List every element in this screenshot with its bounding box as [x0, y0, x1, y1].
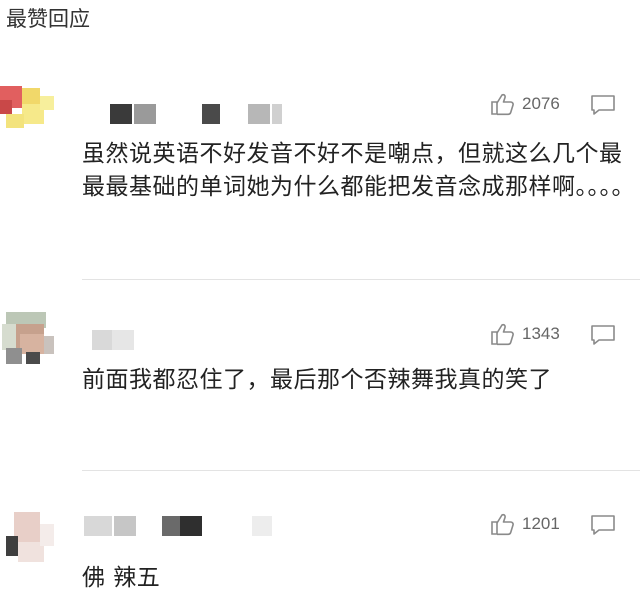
- divider: [82, 470, 640, 471]
- like-area: 1343: [490, 322, 640, 346]
- like-area: 2076: [490, 92, 640, 116]
- comment-text: 虽然说英语不好发音不好不是嘲点，但就这么几个最最最基础的单词她为什么都能把发音念…: [82, 141, 635, 200]
- comment-item: 1201 佛 辣五: [0, 500, 640, 597]
- thumbs-up-icon[interactable]: [490, 322, 516, 350]
- section-title: 最赞回应: [6, 7, 90, 31]
- avatar[interactable]: [0, 506, 60, 566]
- comment-text: 佛 辣五: [82, 565, 161, 591]
- like-count: 1201: [522, 514, 560, 533]
- avatar[interactable]: [0, 78, 60, 138]
- username-redacted[interactable]: [92, 330, 152, 350]
- comment-item: 1343 前面我都忍住了，最后那个否辣舞我真的笑了: [0, 308, 640, 471]
- thumbs-up-icon[interactable]: [490, 92, 516, 120]
- avatar[interactable]: [0, 310, 60, 370]
- username-redacted[interactable]: [110, 104, 290, 124]
- comment-bubble-icon[interactable]: [590, 94, 616, 120]
- comment-item: 2076 虽然说英语不好发音不好不是嘲点，但就这么几个最最最基础的单词她为什么都…: [0, 78, 640, 280]
- comment-bubble-icon[interactable]: [590, 514, 616, 540]
- like-count: 1343: [522, 324, 560, 343]
- username-redacted[interactable]: [84, 516, 284, 536]
- comment-bubble-icon[interactable]: [590, 324, 616, 350]
- thumbs-up-icon[interactable]: [490, 512, 516, 540]
- comment-text: 前面我都忍住了，最后那个否辣舞我真的笑了: [82, 367, 552, 393]
- like-area: 1201: [490, 512, 640, 536]
- divider: [82, 279, 640, 280]
- like-count: 2076: [522, 94, 560, 113]
